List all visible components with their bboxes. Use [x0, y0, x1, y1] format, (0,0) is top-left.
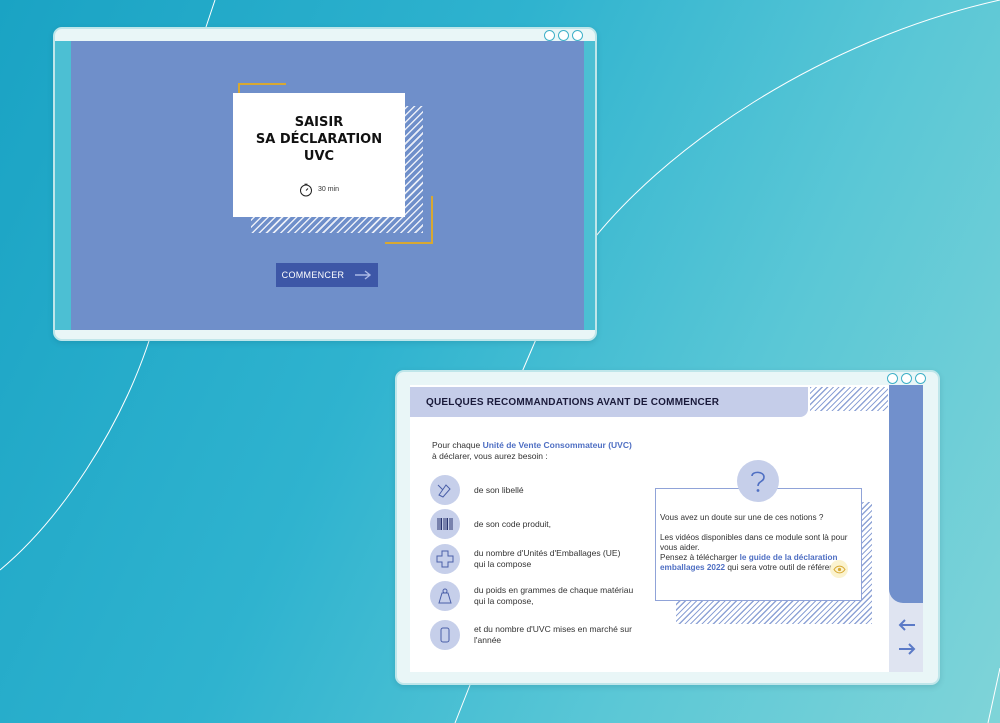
course-title-line-1: SAISIR [294, 114, 344, 130]
item-text: de son code produit, [474, 518, 552, 529]
item-text: du nombre d'Unités d'Emballages (UE) qui… [474, 548, 621, 569]
can-icon [430, 620, 460, 650]
title-card: SAISIR SA DÉCLARATION UVC 30 min [233, 93, 405, 217]
window-dot-2[interactable] [558, 30, 569, 41]
previous-arrow-icon[interactable] [897, 617, 917, 633]
progress-rail-fill [889, 385, 923, 603]
recommendations-screen: QUELQUES RECOMMANDATIONS AVANT DE COMMEN… [410, 385, 923, 672]
intro-paragraph: Pour chaque Unité de Vente Consommateur … [432, 440, 637, 462]
pen-tag-icon [430, 475, 460, 505]
arrow-right-icon [355, 270, 372, 280]
recommendations-window: QUELQUES RECOMMANDATIONS AVANT DE COMMEN… [395, 370, 940, 685]
window-controls [887, 373, 926, 384]
next-arrow-icon[interactable] [897, 641, 917, 657]
list-item: de son libellé [430, 475, 634, 505]
window-dot-2[interactable] [901, 373, 912, 384]
barcode-icon [430, 509, 460, 539]
start-button[interactable]: COMMENCER [276, 263, 378, 287]
intro-highlight: Unité de Vente Consommateur (UVC) [482, 440, 632, 450]
help-download-post: qui sera votre outil de référence. [725, 563, 845, 572]
intro-slide: SAISIR SA DÉCLARATION UVC 30 min COMMENC… [71, 41, 584, 330]
course-title-line-3: UVC [303, 148, 335, 164]
window-controls [544, 30, 583, 41]
window-dot-3[interactable] [572, 30, 583, 41]
help-text: Vous avez un doute sur une de ces notion… [660, 513, 852, 573]
hatched-decoration [810, 387, 888, 411]
weight-icon [430, 581, 460, 611]
course-intro-window: SAISIR SA DÉCLARATION UVC 30 min COMMENC… [53, 27, 597, 341]
item-text: de son libellé [474, 484, 524, 495]
list-item: du nombre d'Unités d'Emballages (UE) qui… [430, 544, 634, 574]
help-question: Vous avez un doute sur une de ces notion… [660, 513, 824, 522]
boxes-icon [430, 544, 460, 574]
duration: 30 min [299, 183, 339, 197]
help-videos: Les vidéos disponibles dans ce module so… [660, 533, 848, 552]
start-button-label: COMMENCER [281, 270, 345, 280]
item-text: du poids en grammes de chaque matériau q… [474, 585, 634, 606]
section-title: QUELQUES RECOMMANDATIONS AVANT DE COMMEN… [426, 396, 720, 408]
eye-icon[interactable] [830, 560, 848, 578]
course-title-line-2: SA DÉCLARATION [255, 131, 383, 147]
intro-pre: Pour chaque [432, 440, 483, 450]
intro-post: à déclarer, vous aurez besoin : [432, 451, 548, 461]
intro-screen: SAISIR SA DÉCLARATION UVC 30 min COMMENC… [55, 41, 595, 330]
timer-icon [299, 183, 312, 196]
list-item: du poids en grammes de chaque matériau q… [430, 581, 634, 611]
list-item: de son code produit, [430, 509, 634, 539]
window-dot-1[interactable] [544, 30, 555, 41]
item-text: et du nombre d'UVC mises en marché sur l… [474, 624, 632, 645]
duration-label: 30 min [317, 186, 339, 193]
window-dot-1[interactable] [887, 373, 898, 384]
list-item: et du nombre d'UVC mises en marché sur l… [430, 620, 634, 650]
window-dot-3[interactable] [915, 373, 926, 384]
section-header: QUELQUES RECOMMANDATIONS AVANT DE COMMEN… [410, 387, 808, 417]
help-download-pre: Pensez à télécharger [660, 553, 740, 562]
question-mark-icon [737, 460, 779, 502]
